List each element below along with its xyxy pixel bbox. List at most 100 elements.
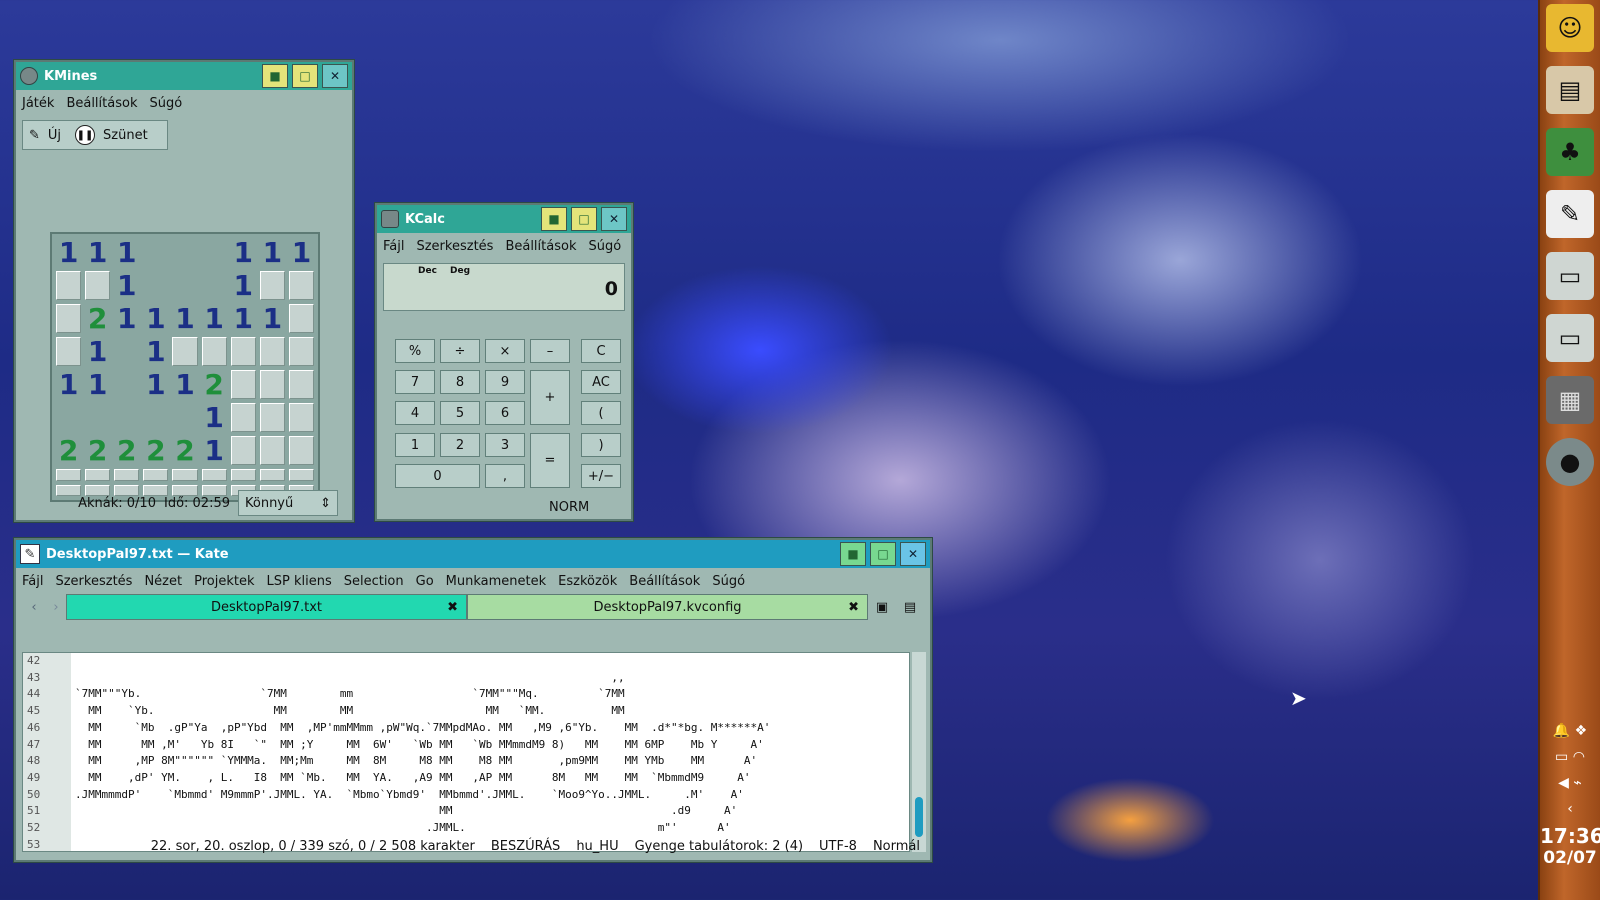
covered-cell[interactable] — [56, 337, 82, 366]
key-4[interactable]: 4 — [395, 401, 435, 425]
covered-cell[interactable] — [172, 469, 198, 481]
empty-cell[interactable] — [141, 236, 170, 269]
number-cell[interactable]: 1 — [141, 302, 170, 335]
covered-cell[interactable] — [288, 304, 314, 333]
kate-titlebar[interactable]: ✎ DesktopPal97.txt — Kate ■ □ ✕ — [16, 540, 930, 568]
menu-sessions[interactable]: Munkamenetek — [446, 574, 546, 589]
highlighting-mode[interactable]: Normál — [873, 839, 920, 854]
number-cell[interactable]: 2 — [83, 434, 112, 467]
encoding[interactable]: UTF-8 — [819, 839, 857, 854]
covered-cell[interactable] — [114, 469, 140, 481]
maximize-button[interactable]: □ — [292, 64, 318, 88]
covered-cell[interactable] — [56, 469, 82, 481]
minimize-button[interactable]: ■ — [541, 207, 567, 231]
code-line[interactable]: .JMMmmmdP' `Mbmmd' M9mmmP'.JMML. YA. `Mb… — [75, 787, 909, 804]
battery-icon[interactable]: ▭ — [1555, 749, 1568, 765]
number-cell[interactable]: 1 — [112, 269, 141, 302]
close-tab-icon[interactable]: ✖ — [447, 600, 458, 615]
number-cell[interactable]: 1 — [258, 302, 287, 335]
key-6[interactable]: 6 — [485, 401, 525, 425]
new-game-button[interactable]: ✎ Új — [29, 128, 61, 143]
wifi-icon[interactable]: ◠ — [1573, 749, 1585, 765]
empty-cell[interactable] — [112, 335, 141, 368]
number-cell[interactable]: 1 — [200, 302, 229, 335]
negate-button[interactable]: +/− — [581, 464, 621, 488]
covered-cell[interactable] — [56, 304, 82, 333]
notifications-icon[interactable]: 🔔 — [1553, 723, 1570, 739]
calculator-icon[interactable]: ▦ — [1546, 376, 1594, 424]
difficulty-select[interactable]: Könnyű ⇕ — [238, 490, 338, 516]
dropbox-icon[interactable]: ❖ — [1575, 723, 1588, 739]
code-line[interactable]: MM `Mb .gP"Ya ,pP"Ybd MM ,MP'mmMMmm ,pW"… — [75, 720, 909, 737]
empty-cell[interactable] — [141, 269, 170, 302]
input-mode[interactable]: BESZÚRÁS — [491, 839, 560, 854]
menu-view[interactable]: Nézet — [144, 574, 182, 589]
empty-cell[interactable] — [112, 401, 141, 434]
split-view-icon[interactable]: ▤ — [896, 594, 924, 620]
number-cell[interactable]: 2 — [141, 434, 170, 467]
key-1[interactable]: 1 — [395, 433, 435, 457]
number-cell[interactable]: 1 — [200, 434, 229, 467]
konqi-dragon-icon[interactable]: ♣ — [1546, 128, 1594, 176]
close-button[interactable]: ✕ — [322, 64, 348, 88]
menu-projects[interactable]: Projektek — [194, 574, 254, 589]
empty-cell[interactable] — [54, 401, 83, 434]
number-cell[interactable]: 1 — [141, 368, 170, 401]
menu-edit[interactable]: Szerkesztés — [416, 239, 493, 254]
number-cell[interactable]: 1 — [83, 236, 112, 269]
number-cell[interactable]: 1 — [229, 236, 258, 269]
covered-cell[interactable] — [230, 403, 256, 432]
covered-cell[interactable] — [288, 436, 314, 465]
multiply-button[interactable]: × — [485, 339, 525, 363]
covered-cell[interactable] — [259, 469, 285, 481]
number-cell[interactable]: 1 — [141, 335, 170, 368]
covered-cell[interactable] — [230, 469, 256, 481]
covered-cell[interactable] — [259, 436, 285, 465]
empty-cell[interactable] — [83, 401, 112, 434]
menu-settings[interactable]: Beállítások — [66, 96, 137, 111]
covered-cell[interactable] — [259, 403, 285, 432]
empty-cell[interactable] — [200, 269, 229, 302]
expand-tray-icon[interactable]: ‹ — [1540, 796, 1600, 822]
covered-cell[interactable] — [288, 337, 314, 366]
kmines-titlebar[interactable]: KMines ■ □ ✕ — [16, 62, 352, 90]
key-0[interactable]: 0 — [395, 464, 480, 488]
forward-icon[interactable]: › — [46, 594, 66, 620]
terminal-icon[interactable]: ▭ — [1546, 314, 1594, 362]
empty-cell[interactable] — [170, 269, 199, 302]
code-line[interactable]: `7MM"""Yb. `7MM mm `7MM"""Mq. `7MM — [75, 686, 909, 703]
quick-open-icon[interactable]: ▣ — [868, 594, 896, 620]
decimal-button[interactable]: , — [485, 464, 525, 488]
menu-tools[interactable]: Eszközök — [558, 574, 617, 589]
menu-selection[interactable]: Selection — [344, 574, 404, 589]
covered-cell[interactable] — [56, 271, 82, 300]
number-cell[interactable]: 1 — [229, 269, 258, 302]
number-cell[interactable]: 1 — [83, 335, 112, 368]
number-cell[interactable]: 1 — [112, 302, 141, 335]
number-cell[interactable]: 1 — [112, 236, 141, 269]
text-content[interactable]: ,, `7MM"""Yb. `7MM mm `7MM"""Mq. `7MM MM … — [71, 653, 909, 851]
editor-area[interactable]: 42 43 44 45 46 47 48 49 50 51 52 53 ,, `7MM"""Yb. `7… — [22, 652, 910, 852]
menu-game[interactable]: Játék — [22, 96, 54, 111]
launcher-menu-icon[interactable]: ☺ — [1546, 4, 1594, 52]
number-cell[interactable]: 1 — [54, 236, 83, 269]
menu-file[interactable]: Fájl — [383, 239, 404, 254]
number-cell[interactable]: 2 — [83, 302, 112, 335]
dictionary[interactable]: hu_HU — [576, 839, 618, 854]
close-button[interactable]: ✕ — [900, 542, 926, 566]
empty-cell[interactable] — [170, 401, 199, 434]
code-line[interactable]: MM ,dP' YM. , L. I8 MM `Mb. MM YA. ,A9 M… — [75, 770, 909, 787]
code-line[interactable]: MM MM ,M' Yb 8I `" MM ;Y MM 6W' `Wb MM `… — [75, 737, 909, 754]
number-cell[interactable]: 2 — [170, 434, 199, 467]
minefield[interactable]: 11111111211111111111121222221 — [50, 232, 320, 502]
menu-settings[interactable]: Beállítások — [505, 239, 576, 254]
covered-cell[interactable] — [230, 337, 256, 366]
volume-icon[interactable]: ◀ — [1558, 775, 1569, 791]
menu-help[interactable]: Súgó — [149, 96, 182, 111]
system-monitor-icon[interactable]: ▭ — [1546, 252, 1594, 300]
kate-launcher-icon[interactable]: ✎ — [1546, 190, 1594, 238]
covered-cell[interactable] — [85, 271, 111, 300]
menu-edit[interactable]: Szerkesztés — [55, 574, 132, 589]
indentation[interactable]: Gyenge tabulátorok: 2 (4) — [635, 839, 803, 854]
percent-button[interactable]: % — [395, 339, 435, 363]
